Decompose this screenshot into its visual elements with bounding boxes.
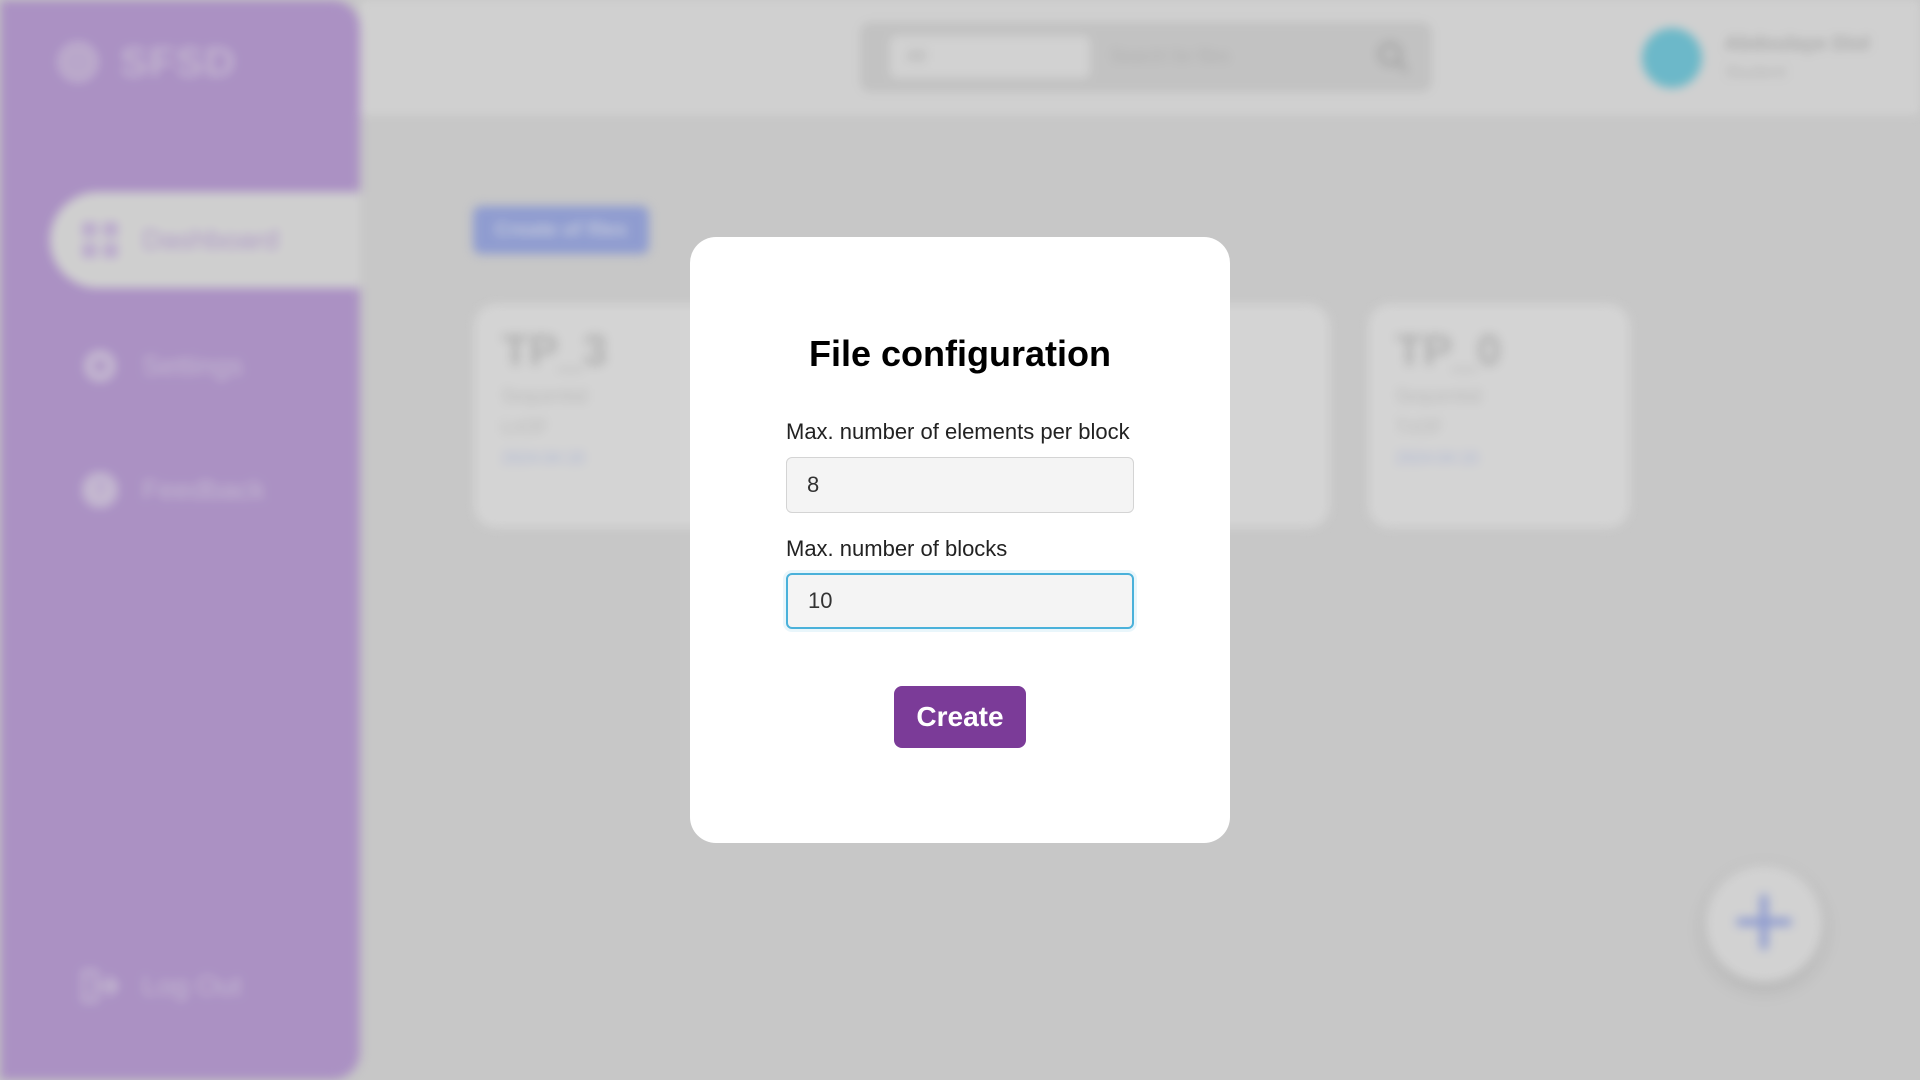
max-elements-field[interactable] xyxy=(786,457,1134,513)
dialog-title: File configuration xyxy=(809,333,1111,374)
max-elements-label: Max. number of elements per block xyxy=(786,419,1130,444)
max-blocks-label: Max. number of blocks xyxy=(786,536,1008,561)
create-button[interactable]: Create xyxy=(894,686,1026,748)
max-blocks-field[interactable] xyxy=(786,573,1134,629)
file-configuration-dialog: File configuration Max. number of elemen… xyxy=(690,237,1230,843)
